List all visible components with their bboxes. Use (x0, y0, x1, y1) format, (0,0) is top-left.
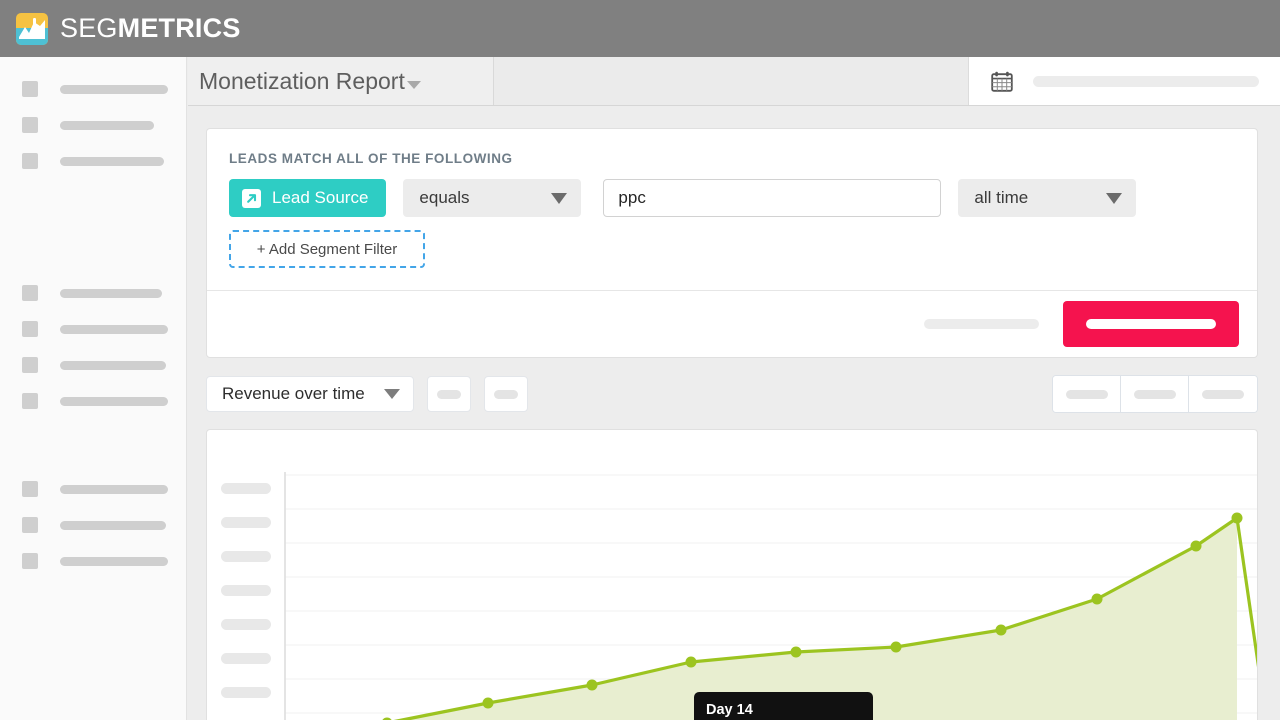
sidebar-item[interactable] (0, 143, 186, 179)
external-link-icon (242, 188, 261, 208)
header-spacer (494, 57, 968, 105)
top-brand-bar: SEGMETRICS (0, 0, 1280, 57)
sidebar-item-label (60, 288, 162, 298)
sidebar-item-icon (22, 517, 38, 533)
sidebar-item-icon (22, 553, 38, 569)
add-segment-filter-label: + Add Segment Filter (256, 240, 398, 258)
filter-card-footer (207, 290, 1257, 357)
apply-filter-button-label (1086, 319, 1216, 329)
apply-filter-button[interactable] (1063, 301, 1239, 347)
sidebar-item-label (60, 324, 168, 334)
chart-line-tail (1235, 517, 1257, 668)
chart-tooltip: Day 14 Leads 71,090 Revenue $267,866 (694, 692, 873, 720)
filter-timeframe-value: all time (974, 188, 1029, 207)
filter-field-chip-lead-source[interactable]: Lead Source (229, 179, 387, 217)
sidebar-item[interactable] (0, 543, 186, 579)
chart-toolbar: Revenue over time (206, 374, 1258, 414)
sidebar-item-icon (22, 321, 38, 337)
chart-toolbar-button-label (494, 389, 518, 399)
sidebar-item[interactable] (0, 507, 186, 543)
chart-view-segment[interactable] (1121, 376, 1189, 412)
add-segment-filter-button[interactable]: + Add Segment Filter (229, 230, 425, 268)
sidebar-item[interactable] (0, 71, 186, 107)
sidebar-item[interactable] (0, 275, 186, 311)
sidebar-item[interactable] (0, 471, 186, 507)
sidebar-item-icon (22, 285, 38, 301)
revenue-over-time-chart-card: Day 14 Leads 71,090 Revenue $267,866 (206, 429, 1258, 720)
chart-area-fill (402, 518, 1237, 720)
chart-plot-area[interactable] (207, 430, 1258, 720)
sidebar-item-label (60, 484, 168, 494)
brand-name-light: SEG (60, 13, 118, 43)
brand-logo-link[interactable]: SEGMETRICS (0, 12, 241, 45)
sidebar-item[interactable] (0, 311, 186, 347)
chevron-down-icon (406, 80, 421, 89)
sidebar-item-label (60, 120, 154, 130)
chart-metric-select[interactable]: Revenue over time (206, 376, 414, 412)
sidebar-item-label (60, 360, 166, 370)
brand-name-bold: METRICS (117, 13, 241, 43)
app-root: SEGMETRICS Monetization Report LEADS MAT… (0, 0, 1280, 720)
sidebar-item-icon (22, 81, 38, 97)
date-range-value (1033, 75, 1259, 87)
sidebar-item-icon (22, 117, 38, 133)
sidebar-divider-gap (0, 179, 186, 275)
sidebar-item[interactable] (0, 107, 186, 143)
chart-view-segment[interactable] (1053, 376, 1121, 412)
sidebar-item-label (60, 84, 168, 94)
caret-down-icon (551, 192, 568, 204)
main-content: Monetization Report LEADS MATCH ALL OF T… (188, 57, 1280, 720)
sidebar-item-label (60, 396, 168, 406)
sidebar-item-icon (22, 393, 38, 409)
segmetrics-logo-icon (16, 12, 48, 45)
chart-metric-value: Revenue over time (222, 384, 365, 403)
tooltip-title: Day 14 (706, 702, 753, 718)
filter-value-input[interactable]: ppc (603, 179, 942, 217)
report-title-dropdown[interactable]: Monetization Report (188, 57, 494, 105)
chart-view-segment-label (1065, 389, 1108, 399)
chart-view-segmented-control (1052, 375, 1258, 413)
report-header-bar: Monetization Report (188, 57, 1280, 106)
sidebar-item-icon (22, 153, 38, 169)
sidebar-item-label (60, 556, 168, 566)
secondary-action-placeholder[interactable] (924, 319, 1039, 329)
filter-field-label: Lead Source (272, 188, 369, 207)
chart-view-segment-label (1133, 389, 1176, 399)
chart-toolbar-button[interactable] (427, 376, 471, 412)
segment-filter-card: LEADS MATCH ALL OF THE FOLLOWING Lead So… (206, 128, 1258, 358)
filter-operator-select[interactable]: equals (403, 179, 582, 217)
caret-down-icon (384, 389, 400, 399)
filter-value-text: ppc (618, 188, 646, 207)
sidebar-item-label (60, 520, 166, 530)
filter-operator-value: equals (419, 188, 470, 207)
brand-name: SEGMETRICS (60, 15, 241, 42)
sidebar-item[interactable] (0, 383, 186, 419)
sidebar (0, 57, 187, 720)
filter-timeframe-select[interactable]: all time (958, 179, 1137, 217)
page-title: Monetization Report (199, 67, 405, 94)
filter-row: Lead Source equals ppc all time (207, 166, 1257, 217)
filter-heading: LEADS MATCH ALL OF THE FOLLOWING (229, 151, 513, 166)
chart-toolbar-button-label (437, 389, 461, 399)
chart-toolbar-button[interactable] (484, 376, 528, 412)
calendar-icon (991, 71, 1013, 92)
sidebar-item-icon (22, 357, 38, 373)
sidebar-item-label (60, 156, 164, 166)
sidebar-divider-gap (0, 419, 186, 471)
chart-view-segment[interactable] (1189, 376, 1257, 412)
sidebar-item-icon (22, 481, 38, 497)
chart-toolbar-right (1052, 375, 1258, 413)
chart-view-segment-label (1202, 389, 1244, 399)
date-range-picker[interactable] (968, 57, 1280, 105)
sidebar-item[interactable] (0, 347, 186, 383)
caret-down-icon (1106, 192, 1123, 204)
